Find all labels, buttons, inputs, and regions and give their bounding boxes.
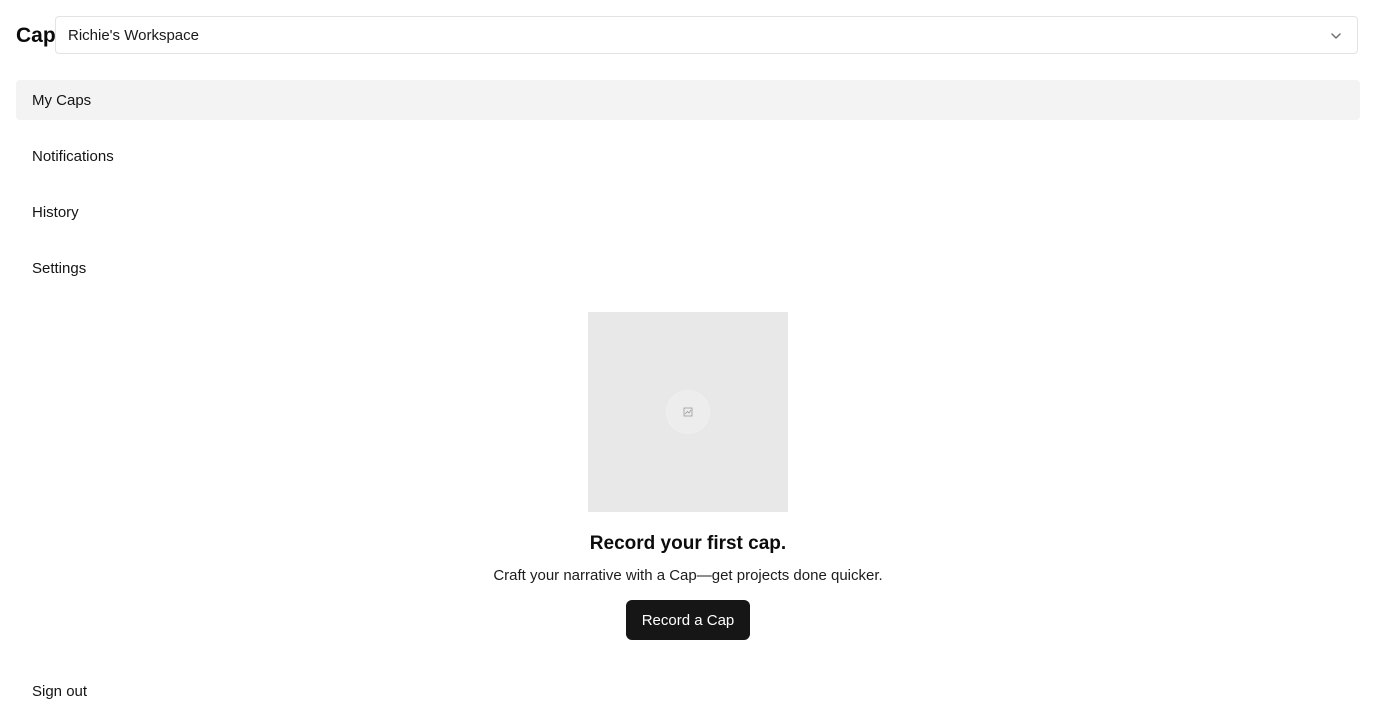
empty-state-illustration — [588, 312, 788, 512]
empty-state-subtitle: Craft your narrative with a Cap—get proj… — [493, 567, 883, 584]
chevron-down-icon — [1331, 33, 1341, 39]
app-root: Cap Richie's Workspace My Caps Notificat… — [0, 0, 1376, 728]
nav-item-label: My Caps — [32, 91, 92, 109]
sidebar-nav: My Caps Notifications History Settings — [16, 80, 1360, 304]
record-cap-button[interactable]: Record a Cap — [625, 600, 751, 640]
nav-item-notifications[interactable]: Notifications — [16, 136, 1360, 176]
empty-state: Record your first cap. Craft your narrat… — [0, 312, 1376, 640]
app-logo[interactable]: Cap — [16, 24, 56, 48]
workspace-select[interactable]: Richie's Workspace — [55, 16, 1358, 54]
workspace-select-value: Richie's Workspace — [68, 26, 199, 44]
sign-out-link[interactable]: Sign out — [32, 682, 87, 702]
nav-item-my-caps[interactable]: My Caps — [16, 80, 1360, 120]
broken-image-icon — [683, 407, 693, 417]
empty-state-title: Record your first cap. — [589, 533, 787, 554]
nav-item-label: Notifications — [32, 147, 114, 165]
nav-item-history[interactable]: History — [16, 192, 1360, 232]
nav-item-label: History — [32, 203, 79, 221]
nav-item-settings[interactable]: Settings — [16, 248, 1360, 288]
nav-item-label: Settings — [32, 259, 87, 277]
